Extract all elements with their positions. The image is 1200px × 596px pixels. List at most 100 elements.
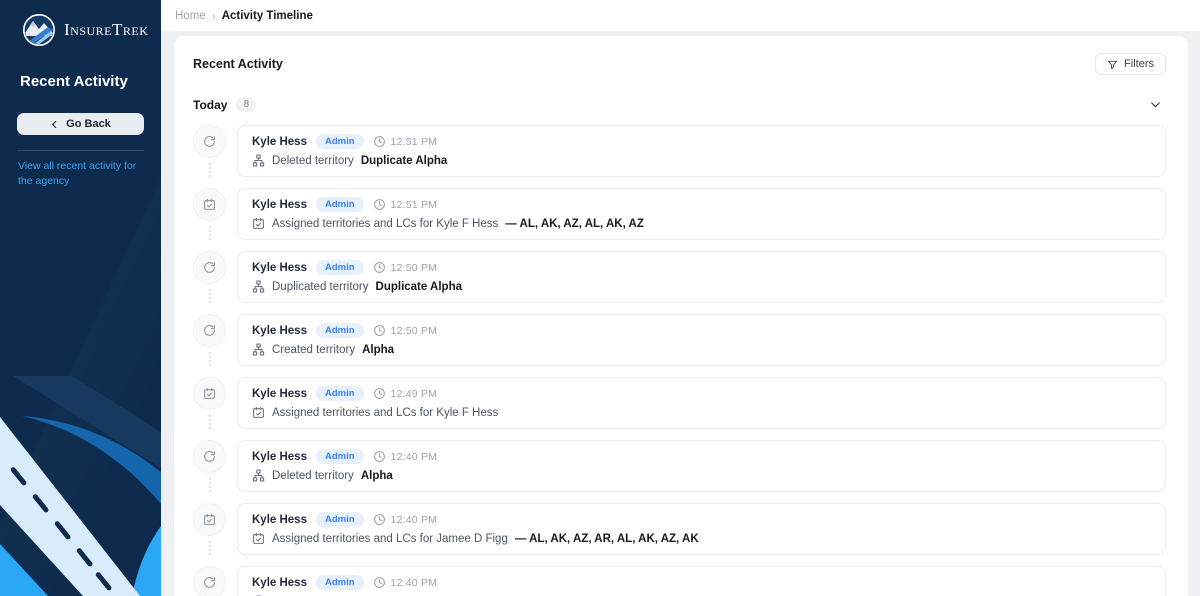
breadcrumb: Home › Activity Timeline — [161, 0, 1200, 32]
activity-time: 12:40 PM — [390, 513, 438, 526]
timeline-connector — [208, 478, 211, 492]
activity-user: Kyle Hess — [252, 513, 307, 526]
activity-card: Kyle Hess Admin 12:50 PM Duplicated terr… — [237, 251, 1166, 303]
sidebar-page-title: Recent Activity — [20, 73, 128, 90]
activity-target: Duplicate Alpha — [360, 154, 448, 167]
activity-target: — AL, AK, AZ, AL, AK, AZ — [505, 217, 644, 230]
breadcrumb-home[interactable]: Home — [175, 10, 206, 22]
filters-button[interactable]: Filters — [1095, 53, 1166, 75]
timeline-connector — [208, 226, 211, 240]
sync-icon — [203, 261, 216, 274]
main-area: Home › Activity Timeline Recent Activity… — [161, 0, 1200, 596]
timeline-node — [193, 251, 226, 284]
activity-target: — AL, AK, AZ, AR, AL, AK, AZ, AK — [514, 532, 699, 545]
timeline-connector — [208, 163, 211, 177]
activity-user: Kyle Hess — [252, 324, 307, 337]
activity-target: Duplicate Alpha — [375, 280, 462, 293]
sync-icon — [203, 324, 216, 337]
content-background: Recent Activity Filters Today 8 Kyle Hes… — [161, 32, 1200, 596]
activity-user: Kyle Hess — [252, 576, 307, 589]
activity-row: Kyle Hess Admin 12:51 PM Deleted territo… — [193, 125, 1166, 177]
activity-card: Kyle Hess Admin 12:50 PM Created territo… — [237, 314, 1166, 366]
territory-sitemap-icon — [252, 469, 265, 482]
activity-user: Kyle Hess — [252, 261, 307, 274]
activity-time: 12:51 PM — [390, 135, 438, 148]
section-today[interactable]: Today 8 — [193, 97, 1166, 112]
activity-row: Kyle Hess Admin 12:50 PM Created territo… — [193, 314, 1166, 366]
activity-user: Kyle Hess — [252, 198, 307, 211]
timeline-node — [193, 566, 226, 596]
activity-time: 12:40 PM — [390, 450, 438, 463]
clock-icon — [373, 261, 386, 274]
activity-role-badge: Admin — [315, 134, 364, 149]
sidebar: InsureTrek Recent Activity Go Back View … — [0, 0, 161, 596]
insuretrek-logo-icon — [22, 13, 56, 47]
activity-role-badge: Admin — [315, 512, 364, 527]
calendar-icon — [203, 198, 216, 211]
activity-card: Kyle Hess Admin 12:51 PM Deleted territo… — [237, 125, 1166, 177]
activity-row: Kyle Hess Admin 12:49 PM Assigned territ… — [193, 377, 1166, 429]
timeline-node — [193, 503, 226, 536]
activity-user: Kyle Hess — [252, 135, 307, 148]
clock-icon — [373, 198, 386, 211]
activity-action: Duplicated territory — [272, 280, 369, 293]
activity-action: Deleted territory — [272, 154, 354, 167]
timeline-connector — [208, 352, 211, 366]
activity-action: Deleted territory — [272, 469, 354, 482]
road-illustration — [0, 376, 161, 596]
page-title: Recent Activity — [193, 57, 283, 71]
activity-row: Kyle Hess Admin 12:50 PM Duplicated terr… — [193, 251, 1166, 303]
timeline-connector — [208, 415, 211, 429]
timeline-connector — [208, 541, 211, 555]
activity-role-badge: Admin — [315, 386, 364, 401]
activity-timeline: Kyle Hess Admin 12:51 PM Deleted territo… — [193, 125, 1166, 596]
sync-icon — [203, 450, 216, 463]
timeline-node — [193, 314, 226, 347]
clock-icon — [373, 576, 386, 589]
go-back-button[interactable]: Go Back — [17, 113, 144, 135]
chevron-down-icon[interactable] — [1149, 98, 1166, 111]
territory-sitemap-icon — [252, 154, 265, 167]
activity-target: Alpha — [360, 469, 393, 482]
activity-panel: Recent Activity Filters Today 8 Kyle Hes… — [174, 36, 1188, 596]
clock-icon — [373, 135, 386, 148]
brand-logo[interactable]: InsureTrek — [0, 0, 161, 57]
filter-funnel-icon — [1107, 59, 1118, 70]
activity-card: Kyle Hess Admin 12:51 PM Assigned territ… — [237, 188, 1166, 240]
activity-row: Kyle Hess Admin 12:51 PM Assigned territ… — [193, 188, 1166, 240]
section-today-count-badge: 8 — [236, 97, 257, 112]
activity-user: Kyle Hess — [252, 387, 307, 400]
activity-card: Kyle Hess Admin 12:40 PM Deleted territo… — [237, 440, 1166, 492]
clock-icon — [373, 387, 386, 400]
activity-role-badge: Admin — [315, 575, 364, 590]
assignment-calendar-icon — [252, 532, 265, 545]
breadcrumb-current: Activity Timeline — [221, 9, 313, 22]
activity-action: Assigned territories and LCs for Kyle F … — [272, 406, 499, 419]
activity-row: Kyle Hess Admin 12:40 PM Deleted territo… — [193, 440, 1166, 492]
activity-time: 12:49 PM — [390, 387, 438, 400]
activity-card: Kyle Hess Admin 12:49 PM Assigned territ… — [237, 377, 1166, 429]
activity-role-badge: Admin — [315, 323, 364, 338]
section-today-label: Today — [193, 97, 228, 112]
panel-header: Recent Activity Filters — [193, 53, 1166, 75]
timeline-node — [193, 188, 226, 221]
clock-icon — [373, 513, 386, 526]
timeline-node — [193, 440, 226, 473]
activity-action: Created territory — [272, 343, 356, 356]
activity-time: 12:51 PM — [390, 198, 438, 211]
filters-label: Filters — [1124, 58, 1154, 70]
activity-role-badge: Admin — [315, 449, 364, 464]
brand-name: InsureTrek — [64, 20, 149, 39]
activity-time: 12:50 PM — [390, 324, 438, 337]
breadcrumb-separator-icon: › — [211, 8, 216, 23]
timeline-node — [193, 125, 226, 158]
view-all-activity-link[interactable]: View all recent activity for the agency — [0, 151, 161, 189]
activity-time: 12:40 PM — [390, 576, 438, 589]
territory-sitemap-icon — [252, 280, 265, 293]
calendar-icon — [203, 513, 216, 526]
activity-card: Kyle Hess Admin 12:40 PM Created territo… — [237, 566, 1166, 596]
activity-role-badge: Admin — [315, 197, 364, 212]
activity-time: 12:50 PM — [390, 261, 438, 274]
activity-row: Kyle Hess Admin 12:40 PM Assigned territ… — [193, 503, 1166, 555]
activity-user: Kyle Hess — [252, 450, 307, 463]
